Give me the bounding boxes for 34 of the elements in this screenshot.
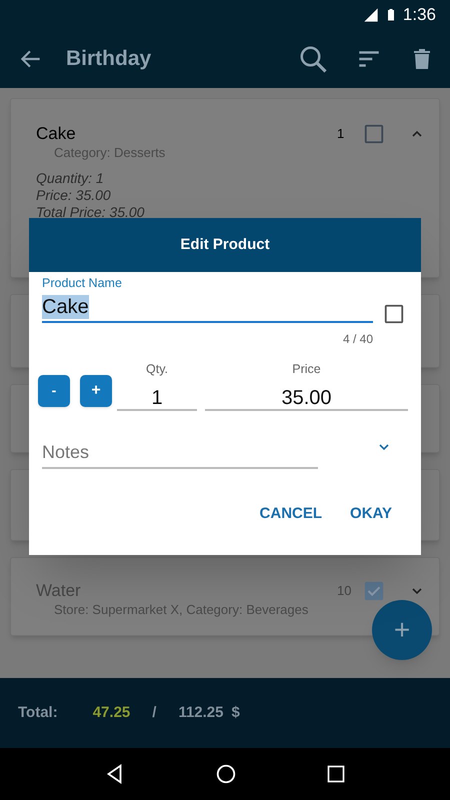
product-detail: Quantity: 1 xyxy=(36,170,105,187)
field-label: Price xyxy=(292,360,321,378)
checkbox[interactable] xyxy=(363,122,385,145)
product-detail: Price: 35.00 xyxy=(36,187,112,204)
dialog-button[interactable]: OKAY xyxy=(350,502,392,525)
home-circle-icon[interactable] xyxy=(214,763,237,785)
currency-symbol: $ xyxy=(232,702,240,723)
screen-title: Birthday xyxy=(66,46,152,72)
checkbox[interactable] xyxy=(383,302,405,325)
product-name: Cake xyxy=(36,123,77,145)
checkbox[interactable] xyxy=(363,580,385,602)
name-input-field[interactable]: Cake xyxy=(42,292,373,323)
quantity-field[interactable]: 1 xyxy=(117,382,197,410)
product-name: Water xyxy=(36,580,82,602)
character-counter: 4 / 40 xyxy=(342,330,373,348)
price-field[interactable]: 35.00 xyxy=(205,382,408,410)
decrease-button[interactable]: - xyxy=(38,374,70,406)
field-label: Qty. xyxy=(146,360,168,378)
total-label: Total: xyxy=(18,702,58,723)
checked-total: 47.25 xyxy=(92,702,130,723)
field-label: Product Name xyxy=(42,275,123,292)
dialog-button[interactable]: CANCEL xyxy=(260,502,322,525)
grand-total: 112.25 xyxy=(178,702,224,723)
product-count: 1 xyxy=(337,125,346,143)
add-button[interactable]: + xyxy=(372,600,432,660)
search-icon[interactable] xyxy=(298,44,328,74)
signal-icon xyxy=(362,7,379,23)
status-time: 1:36 xyxy=(402,4,436,26)
overview-square-icon[interactable] xyxy=(326,764,346,784)
dialog-title: Edit Product xyxy=(180,234,270,255)
notes-field[interactable]: Notes xyxy=(42,438,318,468)
product-detail: Total Price: 35.00 xyxy=(36,204,146,221)
increase-button[interactable]: + xyxy=(80,374,112,406)
total-separator: / xyxy=(152,702,156,723)
